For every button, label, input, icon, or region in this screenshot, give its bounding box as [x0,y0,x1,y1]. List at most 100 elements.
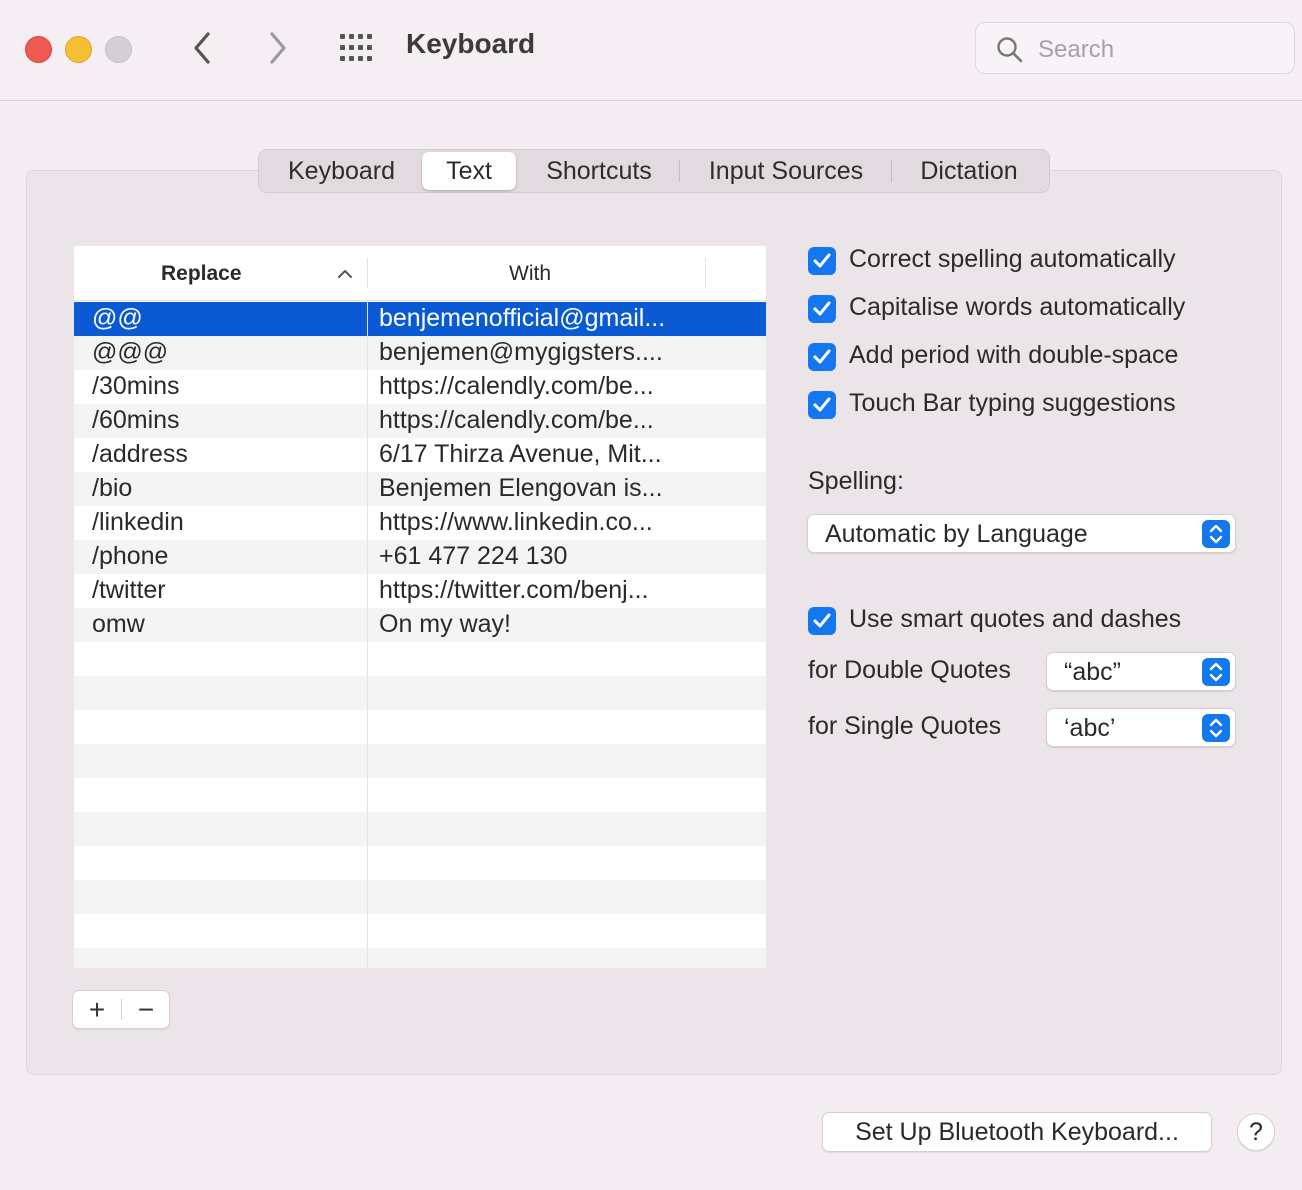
double-quotes-value: “abc” [1064,658,1121,686]
table-row[interactable]: /bio Benjemen Elengovan is... [74,472,766,506]
column-header-with[interactable]: With [509,262,551,286]
chevron-right-icon [270,32,286,64]
with-cell: https://twitter.com/benj... [379,576,649,604]
double-quotes-label: for Double Quotes [808,656,1011,684]
add-period-checkbox[interactable] [808,343,836,371]
updown-arrows-icon [1202,658,1230,686]
updown-arrows-icon [1202,714,1230,742]
spelling-label: Spelling: [808,467,904,495]
table-row[interactable]: omw On my way! [74,608,766,642]
checkmark-icon [813,613,831,628]
close-window-button[interactable] [25,36,52,63]
tab-text[interactable]: Text [422,152,516,190]
empty-row [74,744,766,778]
replace-cell: @@@ [92,338,169,366]
spelling-popup[interactable]: Automatic by Language [807,514,1236,553]
text-replacements-table[interactable]: Replace With @@ benjemenofficial@gmail..… [74,246,766,968]
tab-shortcuts[interactable]: Shortcuts [527,150,671,192]
table-row[interactable]: /60mins https://calendly.com/be... [74,404,766,438]
tab-keyboard[interactable]: Keyboard [269,150,414,192]
capitalise-label: Capitalise words automatically [849,293,1186,321]
table-row[interactable]: /twitter https://twitter.com/benj... [74,574,766,608]
table-row[interactable]: /phone +61 477 224 130 [74,540,766,574]
grid-icon [340,34,372,61]
help-button[interactable]: ? [1237,1113,1275,1151]
replace-cell: /60mins [92,406,180,434]
spelling-value: Automatic by Language [825,520,1088,548]
empty-row [74,778,766,812]
correct-spelling-checkbox[interactable] [808,247,836,275]
capitalise-checkbox[interactable] [808,295,836,323]
checkmark-icon [813,349,831,364]
tab-divider [891,160,892,182]
window-title: Keyboard [406,28,536,59]
tab-input-sources[interactable]: Input Sources [687,150,885,192]
forward-button[interactable] [262,28,292,68]
column-header-replace[interactable]: Replace [161,262,242,286]
minimize-window-button[interactable] [65,36,92,63]
with-cell: https://www.linkedin.co... [379,508,653,536]
empty-row [74,812,766,846]
with-cell: 6/17 Thirza Avenue, Mit... [379,440,662,468]
empty-row [74,676,766,710]
touch-bar-checkbox[interactable] [808,391,836,419]
title-bar: Keyboard Search [0,0,1302,101]
header-divider [367,258,368,288]
tab-divider [679,160,680,182]
with-cell: On my way! [379,610,511,638]
table-header: Replace With [74,246,766,301]
add-button[interactable]: + [73,991,121,1028]
replace-cell: /address [92,440,188,468]
touch-bar-label: Touch Bar typing suggestions [849,389,1176,417]
with-cell: benjemenofficial@gmail... [379,304,666,332]
table-row[interactable]: @@@ benjemen@mygigsters.... [74,336,766,370]
remove-button[interactable]: − [122,991,170,1028]
double-quotes-popup[interactable]: “abc” [1046,652,1236,691]
back-button[interactable] [188,28,218,68]
replace-cell: /twitter [92,576,166,604]
sort-ascending-icon [338,270,352,278]
replace-cell: @@ [92,304,143,332]
checkmark-icon [813,301,831,316]
table-row[interactable]: @@ benjemenofficial@gmail... [74,302,766,336]
with-cell: https://calendly.com/be... [379,406,654,434]
empty-row [74,880,766,914]
single-quotes-label: for Single Quotes [808,712,1002,740]
with-cell: Benjemen Elengovan is... [379,474,663,502]
empty-row [74,710,766,744]
empty-row [74,914,766,948]
table-row[interactable]: /address 6/17 Thirza Avenue, Mit... [74,438,766,472]
single-quotes-value: ‘abc’ [1064,714,1116,742]
replace-cell: /bio [92,474,133,502]
replace-cell: omw [92,610,145,638]
tab-dictation[interactable]: Dictation [899,150,1039,192]
replace-cell: /phone [92,542,169,570]
search-icon [997,37,1023,63]
setup-bluetooth-keyboard-button[interactable]: Set Up Bluetooth Keyboard... [822,1112,1212,1152]
with-cell: https://calendly.com/be... [379,372,654,400]
updown-arrows-icon [1202,520,1230,548]
table-row[interactable]: /30mins https://calendly.com/be... [74,370,766,404]
checkmark-icon [813,397,831,412]
empty-row [74,846,766,880]
with-cell: +61 477 224 130 [379,542,568,570]
correct-spelling-label: Correct spelling automatically [849,245,1176,273]
with-cell: benjemen@mygigsters.... [379,338,663,366]
column-divider [367,300,368,968]
add-period-label: Add period with double-space [849,341,1179,369]
zoom-window-button [105,36,132,63]
checkmark-icon [813,253,831,268]
chevron-left-icon [194,32,210,64]
table-row[interactable]: /linkedin https://www.linkedin.co... [74,506,766,540]
single-quotes-popup[interactable]: ‘abc’ [1046,708,1236,747]
smart-quotes-checkbox[interactable] [808,607,836,635]
replace-cell: /linkedin [92,508,184,536]
empty-row [74,948,766,968]
replace-cell: /30mins [92,372,180,400]
tab-bar: Keyboard Text Shortcuts Input Sources Di… [258,149,1050,193]
smart-quotes-label: Use smart quotes and dashes [849,605,1182,633]
add-remove-control: + − [72,990,170,1029]
search-field[interactable]: Search [975,22,1295,74]
empty-row [74,642,766,676]
show-all-button[interactable] [338,32,378,64]
